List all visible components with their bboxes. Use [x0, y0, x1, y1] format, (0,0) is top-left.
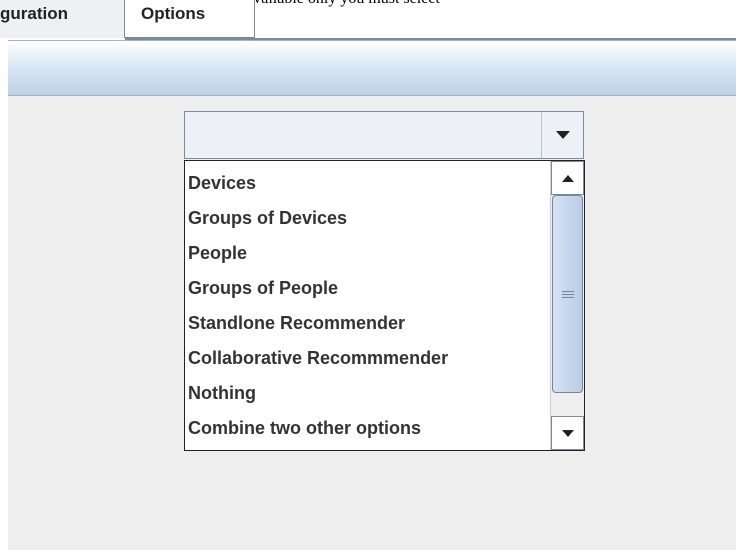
list-item-groups-of-people[interactable]: Groups of People [185, 271, 549, 306]
window-edge [0, 0, 8, 550]
list-item-devices[interactable]: Devices [185, 166, 549, 201]
list-item-people[interactable]: People [185, 236, 549, 271]
list-item-nothing[interactable]: Nothing [185, 376, 549, 411]
combo-dropdown-list: Devices Groups of Devices People Groups … [184, 160, 585, 451]
tab-options-label: Options [141, 4, 206, 23]
list-scrollbar[interactable] [550, 161, 584, 450]
scroll-up-button[interactable] [551, 161, 584, 195]
tab-bar: guration Options [0, 0, 736, 40]
arrow-up-icon [561, 174, 574, 182]
options-list: Devices Groups of Devices People Groups … [185, 161, 549, 450]
list-item-standlone-recommender[interactable]: Standlone Recommender [185, 306, 549, 341]
scroll-thumb[interactable] [552, 195, 583, 393]
combo-selected-value[interactable] [185, 112, 541, 158]
tab-configuration[interactable]: guration [0, 0, 125, 38]
tab-options[interactable]: Options [125, 0, 255, 38]
input-type-combobox[interactable] [184, 111, 584, 159]
list-item-groups-of-devices[interactable]: Groups of Devices [185, 201, 549, 236]
toolbar-band [8, 40, 736, 96]
chevron-down-icon [555, 131, 570, 139]
tab-configuration-label: guration [0, 4, 68, 23]
combo-dropdown-button[interactable] [541, 112, 583, 158]
list-item-collaborative-recommender[interactable]: Collaborative Recommmender [185, 341, 549, 376]
list-item-combine-two-options[interactable]: Combine two other options [185, 411, 549, 446]
grip-icon [561, 289, 574, 300]
arrow-down-icon [561, 429, 574, 437]
scroll-down-button[interactable] [551, 416, 584, 450]
